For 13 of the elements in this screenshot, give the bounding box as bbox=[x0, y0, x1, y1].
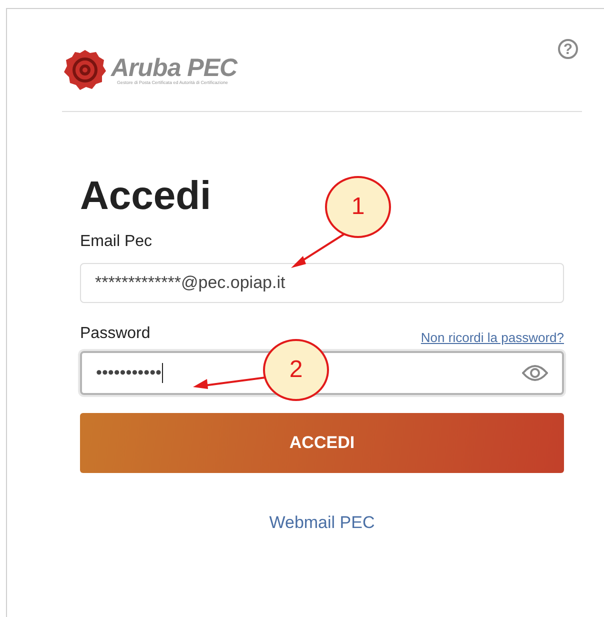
eye-icon[interactable] bbox=[522, 364, 548, 382]
email-label: Email Pec bbox=[80, 233, 152, 252]
callout-number: 2 bbox=[263, 339, 329, 401]
seal-icon bbox=[62, 48, 108, 92]
email-field[interactable]: *************@pec.opiap.it bbox=[80, 263, 564, 303]
login-button[interactable]: ACCEDI bbox=[80, 413, 564, 473]
logo-name: Aruba PEC bbox=[111, 56, 238, 80]
password-label: Password bbox=[80, 325, 150, 344]
webmail-link[interactable]: Webmail PEC bbox=[269, 513, 375, 533]
callout-number: 1 bbox=[325, 176, 391, 238]
page-heading: Accedi bbox=[80, 173, 212, 219]
help-button[interactable]: ? bbox=[558, 39, 578, 59]
forgot-password-link[interactable]: Non ricordi la password? bbox=[420, 330, 564, 345]
